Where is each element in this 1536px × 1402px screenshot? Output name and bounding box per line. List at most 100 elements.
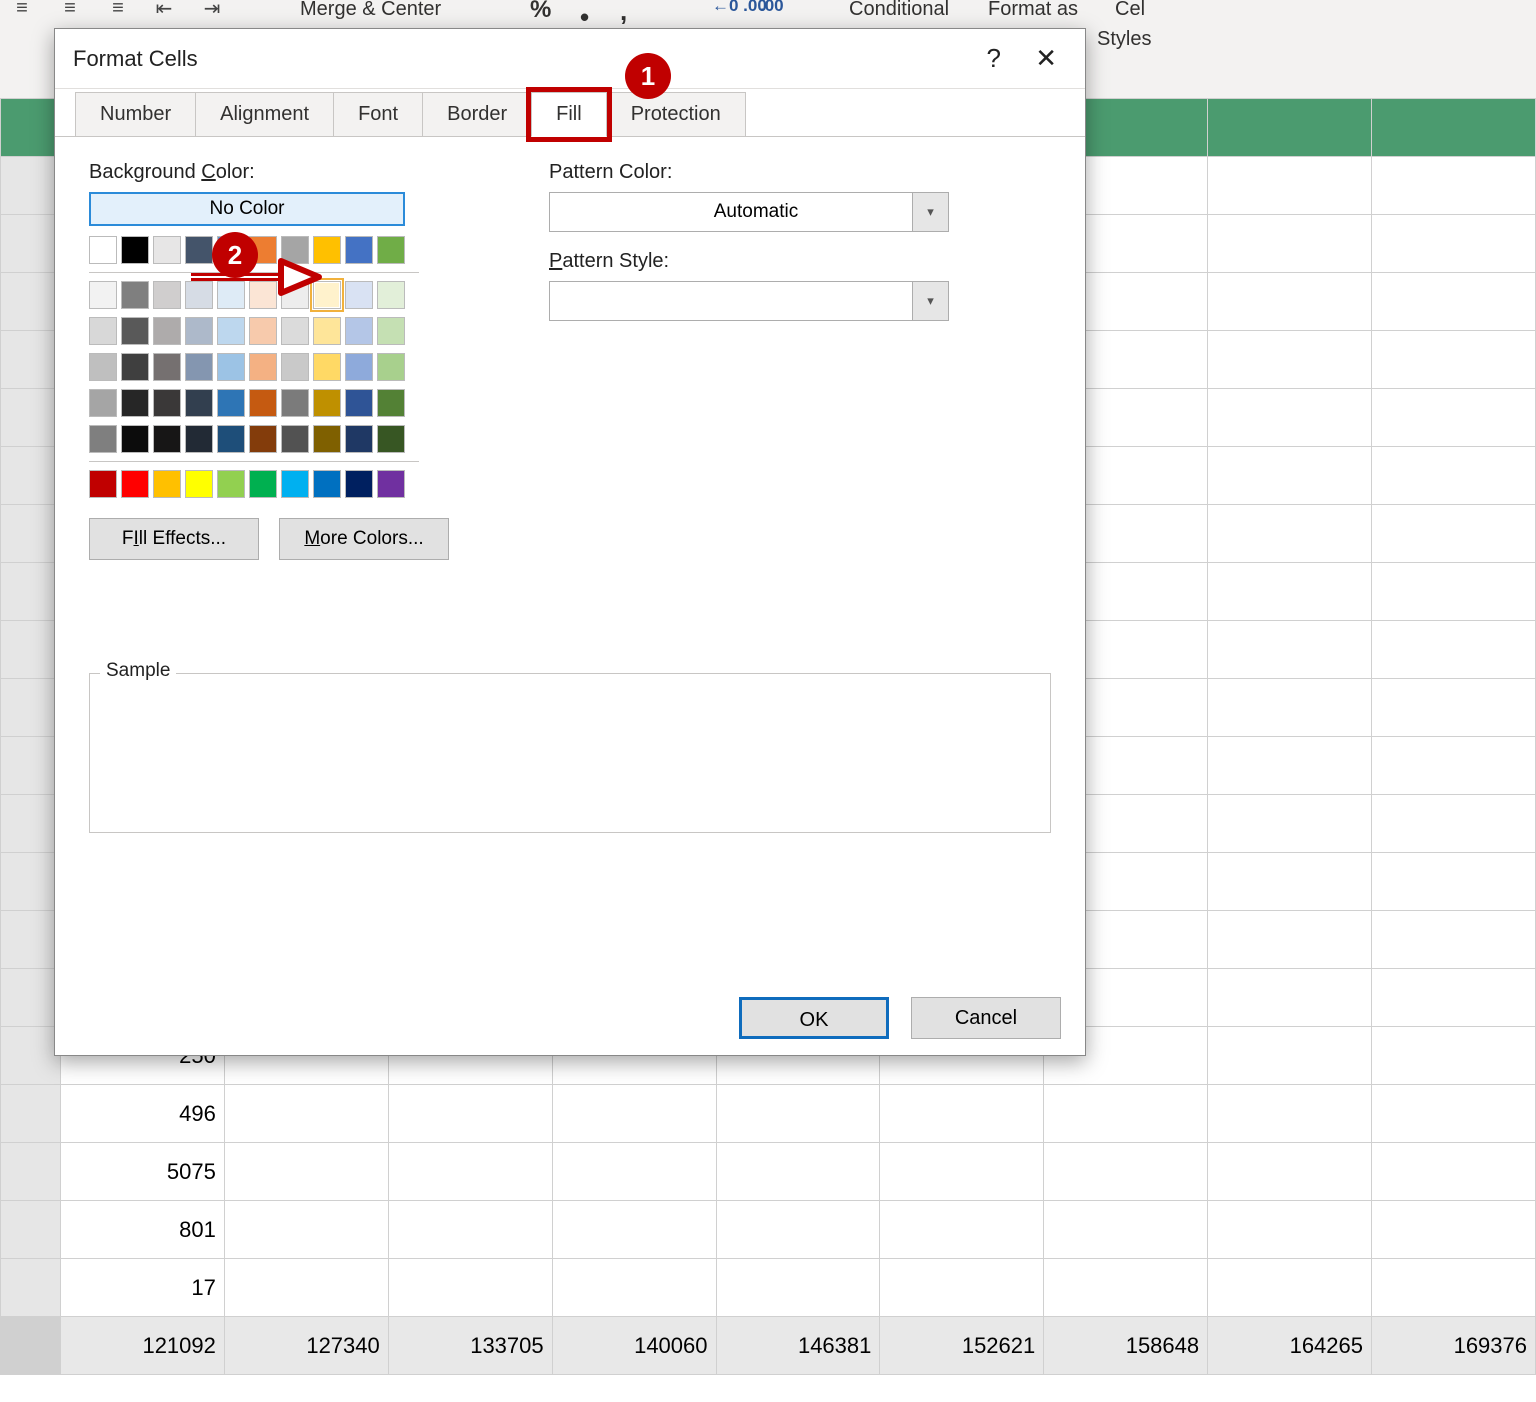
color-swatch[interactable] [217, 317, 245, 345]
color-swatch[interactable] [217, 425, 245, 453]
more-colors-button[interactable]: More Colors... [279, 518, 449, 560]
tab-font[interactable]: Font [333, 92, 423, 136]
tab-alignment[interactable]: Alignment [195, 92, 334, 136]
merge-center-button[interactable]: Merge & Center [300, 0, 441, 21]
color-swatch[interactable] [121, 470, 149, 498]
color-swatch[interactable] [153, 236, 181, 264]
color-swatch[interactable] [249, 470, 277, 498]
color-swatch[interactable] [217, 353, 245, 381]
color-swatch[interactable] [377, 281, 405, 309]
indent-decrease-icon[interactable]: ⇤ [152, 0, 176, 20]
chevron-down-icon[interactable]: ▾ [912, 282, 948, 320]
color-swatch[interactable] [217, 236, 245, 264]
color-swatch[interactable] [345, 317, 373, 345]
color-swatch[interactable] [89, 425, 117, 453]
color-swatch[interactable] [121, 425, 149, 453]
cell-styles-button[interactable]: Cel [1115, 0, 1145, 21]
color-swatch[interactable] [249, 389, 277, 417]
color-swatch[interactable] [249, 353, 277, 381]
close-icon[interactable]: ✕ [1035, 43, 1057, 74]
color-swatch[interactable] [185, 353, 213, 381]
color-swatch[interactable] [153, 281, 181, 309]
color-swatch[interactable] [377, 389, 405, 417]
chevron-down-icon[interactable]: ▾ [912, 193, 948, 231]
tab-protection[interactable]: Protection [606, 92, 746, 136]
color-swatch[interactable] [281, 425, 309, 453]
tab-border[interactable]: Border [422, 92, 532, 136]
color-swatch[interactable] [89, 353, 117, 381]
color-swatch[interactable] [313, 470, 341, 498]
color-swatch[interactable] [377, 317, 405, 345]
color-swatch[interactable] [313, 425, 341, 453]
color-swatch[interactable] [345, 470, 373, 498]
tab-number[interactable]: Number [75, 92, 196, 136]
color-swatch[interactable] [121, 317, 149, 345]
indent-increase-icon[interactable]: ⇥ [200, 0, 224, 20]
color-swatch[interactable] [121, 281, 149, 309]
color-swatch[interactable] [345, 353, 373, 381]
conditional-formatting-button[interactable]: Conditional [849, 0, 949, 21]
color-swatch[interactable] [249, 236, 277, 264]
color-swatch[interactable] [377, 353, 405, 381]
pattern-color-combo[interactable]: Automatic ▾ [549, 192, 949, 232]
color-swatch[interactable] [377, 425, 405, 453]
decrease-decimal-button[interactable]: .00 [760, 0, 784, 16]
color-swatch[interactable] [377, 236, 405, 264]
color-swatch[interactable] [185, 236, 213, 264]
color-swatch[interactable] [121, 353, 149, 381]
color-swatch[interactable] [281, 281, 309, 309]
help-icon[interactable]: ? [987, 43, 1001, 74]
color-swatch[interactable] [153, 470, 181, 498]
color-swatch[interactable] [89, 281, 117, 309]
align-center-icon[interactable]: ≡ [58, 0, 82, 20]
color-swatch[interactable] [217, 389, 245, 417]
color-swatch[interactable] [153, 389, 181, 417]
color-swatch[interactable] [185, 389, 213, 417]
fill-effects-button[interactable]: FIll Effects... [89, 518, 259, 560]
comma-style-button[interactable]: , [620, 0, 627, 27]
color-swatch[interactable] [153, 425, 181, 453]
color-swatch[interactable] [281, 236, 309, 264]
color-swatch[interactable] [281, 389, 309, 417]
color-swatch[interactable] [217, 281, 245, 309]
color-swatch[interactable] [89, 470, 117, 498]
align-left-icon[interactable]: ≡ [10, 0, 34, 20]
increase-decimal-button[interactable]: ←0 .00 [712, 0, 767, 16]
cancel-button[interactable]: Cancel [911, 997, 1061, 1039]
color-swatch[interactable] [185, 425, 213, 453]
color-swatch[interactable] [313, 281, 341, 309]
color-swatch[interactable] [249, 425, 277, 453]
color-swatch[interactable] [217, 470, 245, 498]
color-swatch[interactable] [345, 425, 373, 453]
color-swatch[interactable] [185, 281, 213, 309]
color-swatch[interactable] [89, 317, 117, 345]
color-swatch[interactable] [121, 236, 149, 264]
color-swatch[interactable] [153, 317, 181, 345]
color-swatch[interactable] [249, 317, 277, 345]
color-swatch[interactable] [377, 470, 405, 498]
color-swatch[interactable] [89, 389, 117, 417]
color-swatch[interactable] [121, 389, 149, 417]
ok-button[interactable]: OK [739, 997, 889, 1039]
color-swatch[interactable] [313, 236, 341, 264]
color-swatch[interactable] [313, 353, 341, 381]
color-swatch[interactable] [313, 317, 341, 345]
color-swatch[interactable] [345, 389, 373, 417]
tab-fill[interactable]: Fill [531, 92, 607, 137]
percent-style-button[interactable]: % [530, 0, 551, 24]
format-as-table-button[interactable]: Format as [988, 0, 1078, 21]
color-swatch[interactable] [345, 281, 373, 309]
color-swatch[interactable] [185, 470, 213, 498]
color-swatch[interactable] [281, 317, 309, 345]
color-swatch[interactable] [89, 236, 117, 264]
color-swatch[interactable] [313, 389, 341, 417]
color-swatch[interactable] [281, 353, 309, 381]
color-swatch[interactable] [281, 470, 309, 498]
color-swatch[interactable] [185, 317, 213, 345]
color-swatch[interactable] [153, 353, 181, 381]
color-swatch[interactable] [249, 281, 277, 309]
pattern-style-combo[interactable]: ▾ [549, 281, 949, 321]
align-right-icon[interactable]: ≡ [106, 0, 130, 20]
no-color-button[interactable]: No Color [89, 192, 405, 226]
color-swatch[interactable] [345, 236, 373, 264]
